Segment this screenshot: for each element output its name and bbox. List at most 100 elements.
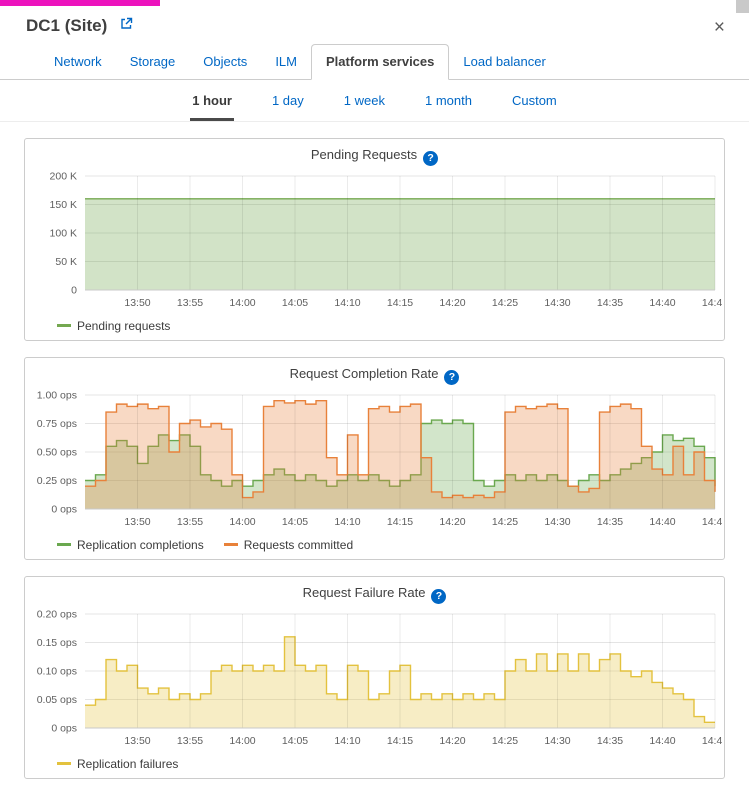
legend-swatch xyxy=(57,762,71,765)
legend-item-requests-committed: Requests committed xyxy=(224,538,353,552)
legend-item-pending-requests: Pending requests xyxy=(57,319,170,333)
svg-text:200 K: 200 K xyxy=(50,171,77,183)
tab-load-balancer[interactable]: Load balancer xyxy=(449,45,559,79)
chart-legend: Replication completions Requests committ… xyxy=(27,537,722,557)
svg-text:14:35: 14:35 xyxy=(597,297,623,309)
svg-text:0.10 ops: 0.10 ops xyxy=(37,666,77,678)
tab-network[interactable]: Network xyxy=(40,45,116,79)
legend-label: Pending requests xyxy=(77,319,170,333)
svg-text:0 ops: 0 ops xyxy=(51,723,77,735)
chart-panel-pending-requests: Pending Requests? 0 50 K 100 K 150 K 200 K 13… xyxy=(24,138,725,341)
svg-text:14:00: 14:00 xyxy=(229,516,255,528)
chart-panel-request-completion-rate: Request Completion Rate? 0 ops 0.25 ops 0.… xyxy=(24,357,725,560)
svg-text:0.15 ops: 0.15 ops xyxy=(37,637,77,649)
svg-text:14:45: 14:45 xyxy=(702,516,722,528)
tab-objects[interactable]: Objects xyxy=(189,45,261,79)
svg-text:14:15: 14:15 xyxy=(387,297,413,309)
svg-text:50 K: 50 K xyxy=(55,256,77,268)
svg-text:14:20: 14:20 xyxy=(439,297,465,309)
page-title: DC1 (Site) xyxy=(26,16,107,36)
chart-plot-pending-requests: 0 50 K 100 K 150 K 200 K 13:50 13:55 14:00 14:05… xyxy=(27,168,722,318)
help-icon[interactable]: ? xyxy=(444,370,459,385)
tab-platform-services[interactable]: Platform services xyxy=(311,44,449,80)
svg-text:14:00: 14:00 xyxy=(229,297,255,309)
svg-text:1.00 ops: 1.00 ops xyxy=(37,390,77,402)
legend-label: Replication failures xyxy=(77,757,178,771)
svg-text:14:40: 14:40 xyxy=(649,297,675,309)
svg-text:14:25: 14:25 xyxy=(492,516,518,528)
svg-text:14:15: 14:15 xyxy=(387,516,413,528)
range-custom[interactable]: Custom xyxy=(510,93,559,121)
svg-text:13:55: 13:55 xyxy=(177,516,203,528)
help-icon[interactable]: ? xyxy=(431,589,446,604)
help-icon[interactable]: ? xyxy=(423,151,438,166)
tab-ilm[interactable]: ILM xyxy=(261,45,311,79)
chart-plot-request-failure-rate: 0 ops 0.05 ops 0.10 ops 0.15 ops 0.20 ops 13:… xyxy=(27,606,722,756)
svg-text:13:50: 13:50 xyxy=(124,516,150,528)
close-button[interactable]: × xyxy=(714,18,725,37)
chart-legend: Pending requests xyxy=(27,318,722,338)
svg-text:14:35: 14:35 xyxy=(597,516,623,528)
range-1-day[interactable]: 1 day xyxy=(270,93,306,121)
svg-text:14:15: 14:15 xyxy=(387,735,413,747)
svg-text:14:40: 14:40 xyxy=(649,735,675,747)
svg-text:14:10: 14:10 xyxy=(334,735,360,747)
svg-text:100 K: 100 K xyxy=(50,228,77,240)
legend-label: Replication completions xyxy=(77,538,204,552)
chart-title-text: Pending Requests xyxy=(311,147,417,162)
header: DC1 (Site) × xyxy=(0,0,749,44)
chart-panel-request-failure-rate: Request Failure Rate? 0 ops 0.05 ops 0.10 … xyxy=(24,576,725,779)
svg-text:14:45: 14:45 xyxy=(702,735,722,747)
legend-swatch xyxy=(224,543,238,546)
external-link-icon[interactable] xyxy=(120,17,133,35)
svg-text:14:05: 14:05 xyxy=(282,516,308,528)
chart-canvas: 0 ops 0.25 ops 0.50 ops 0.75 ops 1.00 ops 13:… xyxy=(27,387,722,537)
legend-swatch xyxy=(57,324,71,327)
chart-title-text: Request Completion Rate xyxy=(290,366,439,381)
chart-plot-request-completion-rate: 0 ops 0.25 ops 0.50 ops 0.75 ops 1.00 ops 13:… xyxy=(27,387,722,537)
svg-text:14:40: 14:40 xyxy=(649,516,675,528)
svg-text:13:50: 13:50 xyxy=(124,735,150,747)
legend-swatch xyxy=(57,543,71,546)
svg-text:13:55: 13:55 xyxy=(177,735,203,747)
svg-text:0: 0 xyxy=(71,285,77,297)
svg-text:14:35: 14:35 xyxy=(597,735,623,747)
tab-storage[interactable]: Storage xyxy=(116,45,190,79)
svg-text:13:55: 13:55 xyxy=(177,297,203,309)
chart-legend: Replication failures xyxy=(27,756,722,776)
svg-text:0.75 ops: 0.75 ops xyxy=(37,418,77,430)
svg-text:14:20: 14:20 xyxy=(439,735,465,747)
legend-item-replication-completions: Replication completions xyxy=(57,538,204,552)
svg-text:0.50 ops: 0.50 ops xyxy=(37,447,77,459)
svg-text:14:05: 14:05 xyxy=(282,297,308,309)
chart-title-request-completion-rate: Request Completion Rate? xyxy=(27,366,722,385)
chart-title-request-failure-rate: Request Failure Rate? xyxy=(27,585,722,604)
svg-text:14:30: 14:30 xyxy=(544,735,570,747)
range-1-month[interactable]: 1 month xyxy=(423,93,474,121)
legend-item-replication-failures: Replication failures xyxy=(57,757,178,771)
svg-text:0.25 ops: 0.25 ops xyxy=(37,475,77,487)
tab-bar: Network Storage Objects ILM Platform ser… xyxy=(0,44,749,80)
svg-text:14:20: 14:20 xyxy=(439,516,465,528)
chart-canvas: 0 50 K 100 K 150 K 200 K 13:50 13:55 14:00 14:05… xyxy=(27,168,722,318)
svg-text:14:00: 14:00 xyxy=(229,735,255,747)
svg-text:0 ops: 0 ops xyxy=(51,504,77,516)
svg-text:14:30: 14:30 xyxy=(544,297,570,309)
svg-text:13:50: 13:50 xyxy=(124,297,150,309)
chart-title-pending-requests: Pending Requests? xyxy=(27,147,722,166)
svg-text:0.20 ops: 0.20 ops xyxy=(37,609,77,621)
svg-text:14:45: 14:45 xyxy=(702,297,722,309)
svg-text:14:30: 14:30 xyxy=(544,516,570,528)
chart-canvas: 0 ops 0.05 ops 0.10 ops 0.15 ops 0.20 ops 13:… xyxy=(27,606,722,756)
svg-text:14:25: 14:25 xyxy=(492,297,518,309)
svg-text:150 K: 150 K xyxy=(50,199,77,211)
chart-title-text: Request Failure Rate xyxy=(303,585,426,600)
time-range-bar: 1 hour 1 day 1 week 1 month Custom xyxy=(0,80,749,122)
range-1-week[interactable]: 1 week xyxy=(342,93,387,121)
svg-text:14:25: 14:25 xyxy=(492,735,518,747)
svg-text:14:05: 14:05 xyxy=(282,735,308,747)
svg-text:14:10: 14:10 xyxy=(334,516,360,528)
legend-label: Requests committed xyxy=(244,538,353,552)
range-1-hour[interactable]: 1 hour xyxy=(190,93,234,121)
svg-text:0.05 ops: 0.05 ops xyxy=(37,694,77,706)
